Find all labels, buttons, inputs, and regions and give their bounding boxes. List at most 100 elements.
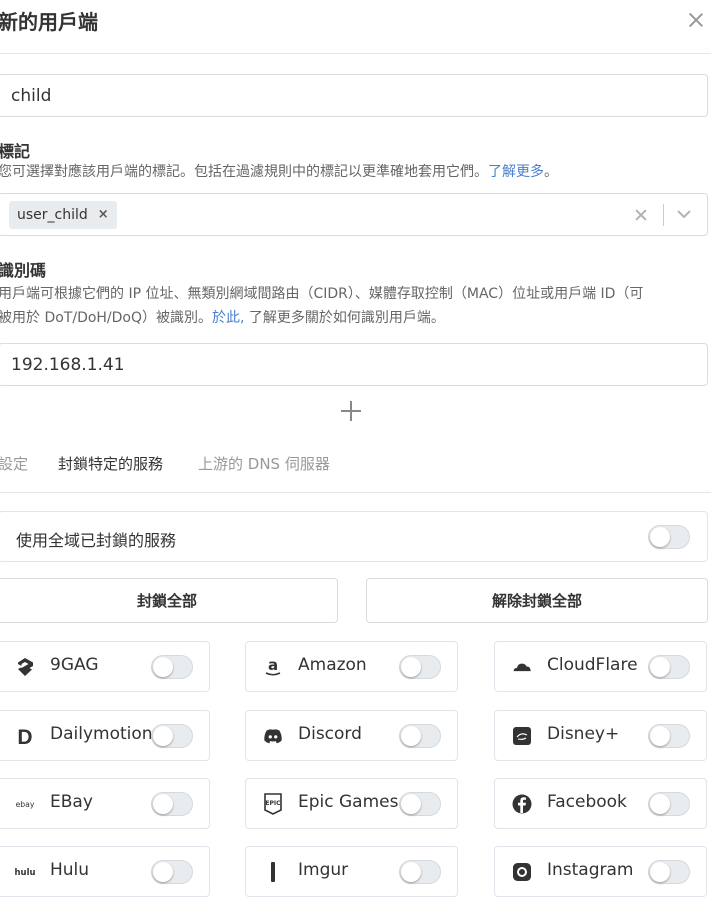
identifiers-description-line2-start: 被用於 DoT/DoH/DoQ）被識別。 [0, 310, 213, 326]
learn-more-link[interactable]: 了解更多 [488, 164, 544, 180]
service-card-hulu: hulu Hulu [0, 846, 210, 897]
tag-remove-icon[interactable]: × [98, 201, 109, 229]
tab-upstream-dns[interactable]: 上游的 DNS 伺服器 [198, 453, 330, 474]
identifiers-description: 用戶端可根據它們的 IP 位址、無類別網域間路由（CIDR）、媒體存取控制（MA… [0, 282, 711, 330]
service-name: Imgur [298, 860, 349, 880]
service-name: Dailymotion [50, 724, 153, 744]
service-name: CloudFlare [547, 655, 638, 675]
tab-settings[interactable]: 設定 [0, 453, 28, 474]
unblock-all-button[interactable]: 解除封鎖全部 [366, 578, 708, 623]
tags-description: 您可選擇對應該用戶端的標記。包括在過濾規則中的標記以更準確地套用它們。了解更多。 [0, 160, 711, 184]
toggle-knob [650, 726, 670, 746]
epic-games-icon: EPIC [263, 793, 283, 815]
service-toggle-9gag[interactable] [151, 655, 193, 679]
service-toggle-epic-games[interactable] [399, 792, 441, 816]
toggle-knob [401, 794, 421, 814]
service-toggle-instagram[interactable] [648, 860, 690, 884]
service-toggle-dailymotion[interactable] [151, 724, 193, 748]
identifiers-description-line1: 用戶端可根據它們的 IP 位址、無類別網域間路由（CIDR）、媒體存取控制（MA… [0, 286, 644, 302]
identifier-input[interactable] [0, 343, 708, 386]
tab-blocked-services[interactable]: 封鎖特定的服務 [58, 453, 163, 474]
toggle-knob [650, 794, 670, 814]
service-name: Instagram [547, 860, 634, 880]
modal-title: 新的用戶端 [0, 10, 98, 34]
service-card-instagram: Instagram [494, 846, 707, 897]
hulu-icon-text: hulu [15, 867, 35, 877]
service-name: Hulu [50, 860, 90, 880]
global-blocked-services-toggle[interactable] [648, 525, 690, 549]
service-name: Discord [298, 724, 362, 744]
toggle-knob [650, 527, 670, 547]
amazon-icon-letter: a [268, 657, 278, 674]
service-card-facebook: Facebook [494, 778, 707, 829]
ebay-icon: ebay [15, 794, 35, 814]
tags-section-title: 標記 [0, 142, 31, 161]
service-card-dailymotion: D Dailymotion [0, 710, 210, 761]
tags-description-text: 您可選擇對應該用戶端的標記。包括在過濾規則中的標記以更準確地套用它們。 [0, 164, 488, 180]
service-toggle-imgur[interactable] [399, 860, 441, 884]
disney-plus-icon [512, 726, 532, 746]
service-card-discord: Discord [245, 710, 458, 761]
close-icon[interactable] [686, 10, 706, 30]
service-toggle-ebay[interactable] [151, 792, 193, 816]
tag-chip-label: user_child [17, 207, 88, 223]
service-name: 9GAG [50, 655, 99, 675]
service-card-disney-plus: Disney+ [494, 710, 707, 761]
discord-icon [263, 726, 283, 746]
toggle-knob [650, 862, 670, 882]
identifiers-description-line2: 被用於 DoT/DoH/DoQ）被識別。於此, 了解更多關於如何識別用戶端。 [0, 306, 711, 330]
service-card-epic-games: EPIC Epic Games [245, 778, 458, 829]
toggle-knob [153, 862, 173, 882]
chevron-down-icon[interactable] [676, 208, 692, 220]
facebook-icon [512, 794, 532, 814]
service-toggle-amazon[interactable] [399, 655, 441, 679]
dailymotion-icon: D [15, 726, 35, 746]
clear-icon[interactable] [632, 206, 650, 224]
service-card-9gag: 9GAG [0, 641, 210, 692]
identifiers-description-line2-end: 了解更多關於如何識別用戶端。 [244, 310, 445, 326]
add-identifier-icon[interactable] [341, 400, 363, 422]
amazon-icon: a [263, 657, 283, 677]
global-blocked-services-card: 使用全域已封鎖的服務 [0, 511, 708, 562]
tags-description-end: 。 [544, 164, 558, 180]
service-card-amazon: a Amazon [245, 641, 458, 692]
block-all-button[interactable]: 封鎖全部 [0, 578, 338, 623]
toggle-knob [401, 657, 421, 677]
header-divider [0, 53, 711, 54]
service-toggle-facebook[interactable] [648, 792, 690, 816]
toggle-knob [401, 862, 421, 882]
service-toggle-discord[interactable] [399, 724, 441, 748]
select-separator [663, 204, 664, 226]
instagram-icon [512, 862, 532, 882]
here-link[interactable]: 於此, [212, 310, 244, 326]
toggle-knob [153, 794, 173, 814]
ebay-icon-text: ebay [16, 800, 35, 809]
tabs-divider [0, 492, 711, 493]
dailymotion-icon-letter: D [17, 726, 32, 746]
9gag-icon [15, 657, 35, 677]
imgur-icon [263, 862, 283, 882]
hulu-icon: hulu [15, 862, 35, 882]
service-name: Facebook [547, 792, 627, 812]
tag-chip: user_child × [9, 201, 117, 229]
toggle-knob [153, 657, 173, 677]
toggle-knob [650, 657, 670, 677]
service-name: Disney+ [547, 724, 620, 744]
cloudflare-icon [512, 657, 532, 677]
service-card-cloudflare: CloudFlare [494, 641, 707, 692]
global-blocked-services-label: 使用全域已封鎖的服務 [16, 531, 177, 550]
service-toggle-hulu[interactable] [151, 860, 193, 884]
epic-games-icon-text: EPIC [265, 800, 281, 807]
service-name: Epic Games [298, 792, 399, 812]
service-card-ebay: ebay EBay [0, 778, 210, 829]
service-toggle-disney-plus[interactable] [648, 724, 690, 748]
service-card-imgur: Imgur [245, 846, 458, 897]
service-toggle-cloudflare[interactable] [648, 655, 690, 679]
toggle-knob [153, 726, 173, 746]
service-name: Amazon [298, 655, 367, 675]
toggle-knob [401, 726, 421, 746]
service-name: EBay [50, 792, 93, 812]
client-name-input[interactable] [0, 74, 708, 117]
identifiers-section-title: 識別碼 [0, 261, 47, 280]
tags-select[interactable]: user_child × [0, 193, 708, 236]
